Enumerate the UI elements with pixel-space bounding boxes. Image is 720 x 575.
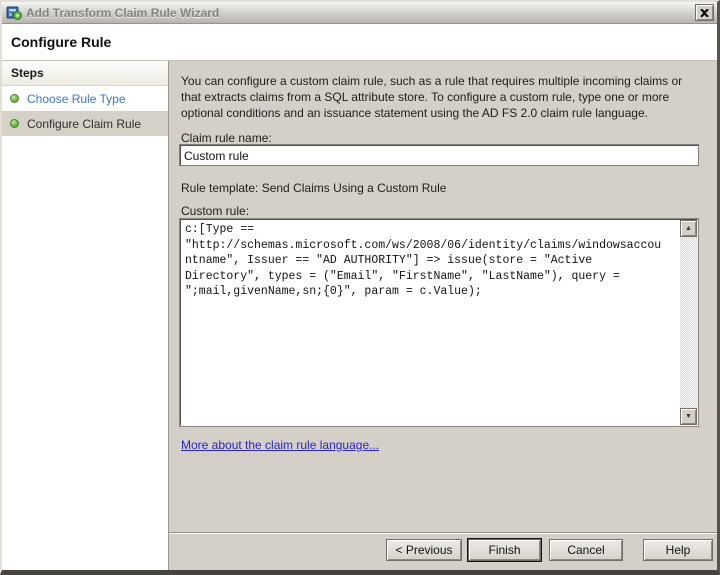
page-header: Configure Rule [2,24,717,61]
title-bar: Add Transform Claim Rule Wizard [2,2,717,24]
steps-header: Steps [2,61,168,86]
close-icon[interactable] [695,4,714,21]
steps-sidebar: Steps Choose Rule Type Configure Claim R… [2,61,169,570]
sidebar-item-choose-rule-type[interactable]: Choose Rule Type [2,86,168,111]
previous-button[interactable]: < Previous [386,539,462,561]
wizard-icon [6,5,22,21]
scroll-up-icon[interactable]: ▲ [680,220,697,237]
content-pane: You can configure a custom claim rule, s… [169,61,717,570]
claim-rule-name-label: Claim rule name: [181,131,272,145]
claim-rule-name-input[interactable] [180,145,698,165]
window-title: Add Transform Claim Rule Wizard [26,5,220,20]
sidebar-item-configure-claim-rule[interactable]: Configure Claim Rule [2,111,168,136]
button-bar: < Previous Finish Cancel Help [386,539,713,561]
description-text: You can configure a custom claim rule, s… [181,74,683,120]
step-bullet-icon [10,119,19,128]
finish-button[interactable]: Finish [468,539,541,561]
button-bar-divider [169,532,717,534]
wizard-window: Add Transform Claim Rule Wizard Configur… [0,0,720,575]
help-button[interactable]: Help [643,539,713,561]
cancel-button[interactable]: Cancel [549,539,623,561]
claim-rule-language-link[interactable]: More about the claim rule language... [181,438,379,452]
step-label: Configure Claim Rule [27,116,142,131]
rule-template-text: Rule template: Send Claims Using a Custo… [181,181,447,195]
custom-rule-box: c:[Type == "http://schemas.microsoft.com… [180,219,698,426]
wizard-body: Steps Choose Rule Type Configure Claim R… [2,61,717,570]
custom-rule-textarea[interactable]: c:[Type == "http://schemas.microsoft.com… [181,220,680,425]
scroll-down-icon[interactable]: ▼ [680,408,697,425]
step-label: Choose Rule Type [27,91,126,106]
page-title: Configure Rule [11,34,112,50]
scrollbar-track[interactable] [680,237,697,408]
vertical-scrollbar[interactable]: ▲ ▼ [680,220,697,425]
step-bullet-icon [10,94,19,103]
custom-rule-label: Custom rule: [181,204,250,218]
